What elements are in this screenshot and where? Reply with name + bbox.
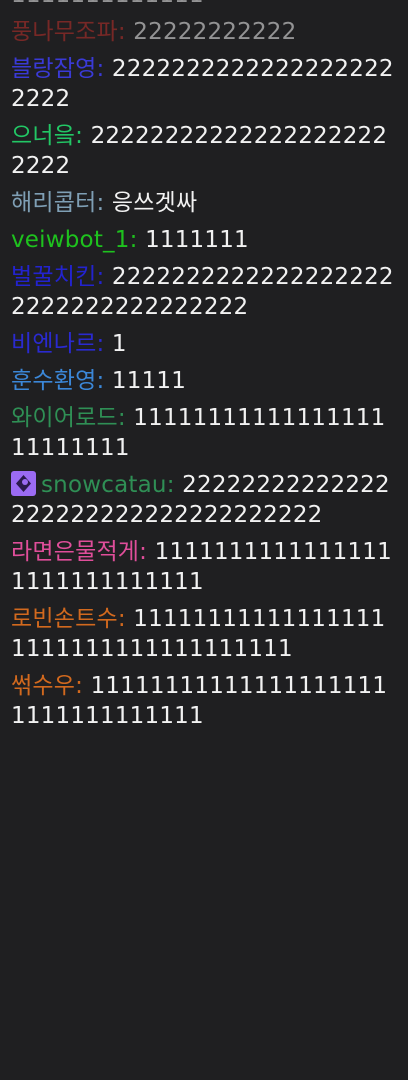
chat-separator: :	[117, 19, 126, 45]
chat-message: 훈수환영: 11111	[11, 366, 400, 396]
chat-message: 와이어로드: 1111111111111111111111111	[11, 403, 400, 463]
chat-separator: :	[96, 331, 105, 357]
chat-username[interactable]: 와이어로드	[11, 405, 118, 431]
chat-separator: :	[96, 56, 105, 82]
chat-message-text: 응쓰겟싸	[111, 190, 198, 216]
chat-username[interactable]: 으너읔	[11, 123, 75, 149]
chat-message-text: 1111111111111	[11, 0, 204, 8]
chat-username[interactable]: veiwbot_1	[11, 227, 130, 253]
chat-separator: :	[96, 264, 105, 290]
chat-separator: :	[129, 227, 138, 253]
chat-message: 풍나무조파: 22222222222	[11, 17, 400, 47]
chat-message: 1111111111111	[11, 0, 400, 10]
chat-message: veiwbot_1: 1111111	[11, 225, 400, 255]
chat-message: 비엔나르: 1	[11, 329, 400, 359]
chat-message-text: 22222222222	[133, 19, 297, 45]
chat-log: 1111111111111 풍나무조파: 22222222222 블랑잠영: 2…	[0, 0, 408, 738]
chat-username[interactable]: 라면은물적게	[11, 539, 139, 565]
chat-message-text: 1	[111, 331, 127, 357]
chat-message: 벌꿀치킨: 2222222222222222222222222222222222…	[11, 262, 400, 322]
chat-separator: :	[117, 606, 126, 632]
subscriber-badge[interactable]	[11, 471, 36, 496]
chat-separator: :	[96, 368, 105, 394]
moon-gem-icon	[16, 475, 31, 492]
chat-username[interactable]: 벌꿀치킨	[11, 264, 96, 290]
chat-message: 블랑잠영: 22222222222222222222222	[11, 54, 400, 114]
chat-username[interactable]: snowcatau	[41, 472, 167, 498]
chat-message: 해리콥터: 응쓰겟싸	[11, 188, 400, 218]
chat-username[interactable]: 썪수우	[11, 673, 75, 699]
chat-username[interactable]: 비엔나르	[11, 331, 96, 357]
chat-message: snowcatau: 22222222222222222222222222222…	[11, 470, 400, 530]
chat-message: 썪수우: 111111111111111111111111111111111	[11, 671, 400, 731]
chat-separator: :	[139, 539, 148, 565]
chat-message: 으너읔: 222222222222222222222222	[11, 121, 400, 181]
chat-username[interactable]: 해리콥터	[11, 190, 96, 216]
chat-message: 로빈손트수: 111111111111111111111111111111111…	[11, 604, 400, 664]
chat-separator: :	[117, 405, 126, 431]
chat-username[interactable]: 로빈손트수	[11, 606, 118, 632]
chat-username[interactable]: 블랑잠영	[11, 56, 96, 82]
chat-separator: :	[75, 123, 84, 149]
chat-separator: :	[75, 673, 84, 699]
chat-separator: :	[166, 472, 175, 498]
chat-message-text: 11111	[111, 368, 187, 394]
chat-message-text: 1111111	[145, 227, 249, 253]
chat-message: 라면은물적게: 11111111111111111111111111111	[11, 537, 400, 597]
chat-username[interactable]: 풍나무조파	[11, 19, 118, 45]
chat-separator: :	[96, 190, 105, 216]
chat-username[interactable]: 훈수환영	[11, 368, 96, 394]
